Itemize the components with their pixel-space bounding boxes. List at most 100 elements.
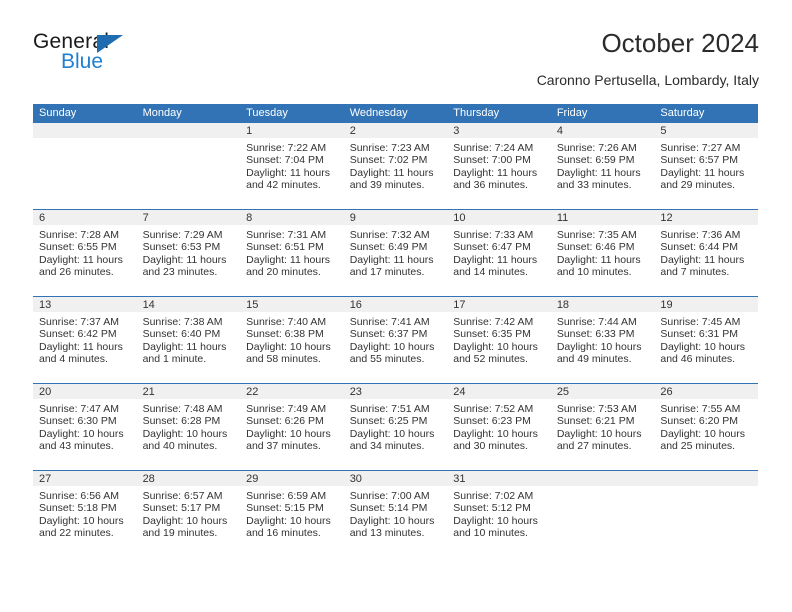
day-number: 4: [556, 125, 563, 137]
calendar-day-cell-21[interactable]: 21 Sunrise: 7:48 AM Sunset: 6:28 PM Dayligh…: [136, 384, 241, 470]
general-blue-logo[interactable]: General Blue: [33, 30, 213, 86]
sunrise-text: Sunrise: 7:24 AM: [453, 142, 534, 154]
day-number: 16: [349, 299, 362, 311]
day-sun-info: Sunrise: 7:37 AM Sunset: 6:42 PM Daylight:…: [33, 312, 137, 366]
calendar-day-cell-15[interactable]: 15 Sunrise: 7:40 AM Sunset: 6:38 PM Dayligh…: [240, 297, 344, 383]
day-sun-info: Sunrise: 7:33 AM Sunset: 6:47 PM Daylight:…: [447, 225, 551, 279]
daylight-text: Daylight: 11 hours and 10 minutes.: [556, 253, 641, 279]
daylight-text: Daylight: 10 hours and 13 minutes.: [349, 514, 435, 540]
day-number-band: 8: [240, 210, 344, 225]
calendar-day-cell-26[interactable]: 26 Sunrise: 7:55 AM Sunset: 6:20 PM Dayligh…: [654, 384, 758, 470]
daylight-text: Daylight: 11 hours and 17 minutes.: [349, 253, 434, 279]
calendar-day-cell-9[interactable]: 9 Sunrise: 7:32 AM Sunset: 6:49 PM Daylight…: [343, 210, 448, 296]
calendar-day-cell-7[interactable]: 7 Sunrise: 7:29 AM Sunset: 6:53 PM Daylight…: [136, 210, 241, 296]
day-number-band: 31: [447, 471, 551, 486]
day-number-band: 20: [33, 384, 137, 399]
daylight-text: Daylight: 11 hours and 36 minutes.: [453, 166, 538, 192]
daylight-text: Daylight: 10 hours and 40 minutes.: [142, 427, 228, 453]
calendar-day-cell-23[interactable]: 23 Sunrise: 7:51 AM Sunset: 6:25 PM Dayligh…: [343, 384, 448, 470]
calendar-week-row: 20 Sunrise: 7:47 AM Sunset: 6:30 PM Dayligh…: [33, 383, 758, 470]
sunrise-text: Sunrise: 7:41 AM: [349, 316, 430, 328]
day-number-band: 1: [240, 123, 344, 138]
calendar-day-cell-11[interactable]: 11 Sunrise: 7:35 AM Sunset: 6:46 PM Dayligh…: [550, 210, 655, 296]
sunset-text: Sunset: 6:35 PM: [453, 328, 531, 341]
sunrise-text: Sunrise: 7:53 AM: [556, 403, 637, 415]
day-sun-info: Sunrise: 7:51 AM Sunset: 6:25 PM Daylight:…: [344, 399, 448, 453]
day-number: 31: [453, 473, 466, 485]
calendar-day-cell-16[interactable]: 16 Sunrise: 7:41 AM Sunset: 6:37 PM Dayligh…: [343, 297, 448, 383]
weekday-header-friday: Friday: [556, 107, 588, 119]
weekday-header-sunday: Sunday: [39, 107, 77, 119]
calendar-day-cell-13[interactable]: 13 Sunrise: 7:37 AM Sunset: 6:42 PM Dayligh…: [33, 297, 137, 383]
day-sun-info: Sunrise: 7:35 AM Sunset: 6:46 PM Daylight:…: [551, 225, 655, 279]
sunset-text: Sunset: 6:21 PM: [556, 415, 635, 428]
calendar-day-cell-10[interactable]: 10 Sunrise: 7:33 AM Sunset: 6:47 PM Dayligh…: [447, 210, 551, 296]
daylight-text: Daylight: 10 hours and 37 minutes.: [246, 427, 331, 453]
calendar-day-cell-25[interactable]: 25 Sunrise: 7:53 AM Sunset: 6:21 PM Dayligh…: [550, 384, 655, 470]
sunrise-text: Sunrise: 7:47 AM: [39, 403, 119, 415]
sunset-text: Sunset: 5:12 PM: [453, 502, 531, 515]
sunrise-text: Sunrise: 7:27 AM: [660, 142, 741, 154]
sunrise-text: Sunrise: 7:40 AM: [246, 316, 327, 328]
day-number-band: 12: [654, 210, 758, 225]
day-number-band: 29: [240, 471, 344, 486]
sunrise-text: Sunrise: 7:32 AM: [349, 229, 430, 241]
day-number: 18: [556, 299, 570, 311]
weekday-header-row: Sunday Monday Tuesday Wednesday Thursday Frid…: [33, 104, 758, 123]
daylight-text: Daylight: 10 hours and 49 minutes.: [556, 340, 642, 366]
logo-word-blue: Blue: [61, 50, 104, 73]
calendar-day-cell-2[interactable]: 2 Sunrise: 7:23 AM Sunset: 7:02 PM Daylight…: [343, 123, 448, 209]
sunset-text: Sunset: 6:59 PM: [556, 154, 635, 167]
calendar-day-cell-8[interactable]: 8 Sunrise: 7:31 AM Sunset: 6:51 PM Daylight…: [240, 210, 344, 296]
calendar-day-cell-22[interactable]: 22 Sunrise: 7:49 AM Sunset: 6:26 PM Dayligh…: [240, 384, 344, 470]
calendar-day-cell-14[interactable]: 14 Sunrise: 7:38 AM Sunset: 6:40 PM Dayligh…: [136, 297, 241, 383]
calendar-day-cell-19[interactable]: 19 Sunrise: 7:45 AM Sunset: 6:31 PM Dayligh…: [654, 297, 758, 383]
sunset-text: Sunset: 6:37 PM: [349, 328, 428, 341]
calendar-day-cell-12[interactable]: 12 Sunrise: 7:36 AM Sunset: 6:44 PM Dayligh…: [654, 210, 758, 296]
calendar-day-cell-5[interactable]: 5 Sunrise: 7:27 AM Sunset: 6:57 PM Daylight…: [654, 123, 758, 209]
daylight-text: Daylight: 10 hours and 43 minutes.: [39, 427, 124, 453]
calendar-day-cell-29[interactable]: 29 Sunrise: 6:59 AM Sunset: 5:15 PM Dayligh…: [240, 471, 344, 557]
sunrise-text: Sunrise: 7:51 AM: [349, 403, 430, 415]
sunset-text: Sunset: 6:46 PM: [556, 241, 635, 254]
calendar-day-cell-24[interactable]: 24 Sunrise: 7:52 AM Sunset: 6:23 PM Dayligh…: [447, 384, 551, 470]
calendar-day-cell-30[interactable]: 30 Sunrise: 7:00 AM Sunset: 5:14 PM Dayligh…: [343, 471, 448, 557]
day-number-band: 11: [550, 210, 655, 225]
day-number-band: 25: [550, 384, 655, 399]
day-number-band: 4: [550, 123, 655, 138]
calendar-day-cell-3[interactable]: 3 Sunrise: 7:24 AM Sunset: 7:00 PM Daylight…: [447, 123, 551, 209]
sunrise-text: Sunrise: 7:55 AM: [660, 403, 741, 415]
day-sun-info: Sunrise: 7:36 AM Sunset: 6:44 PM Daylight:…: [654, 225, 758, 279]
daylight-text: Daylight: 11 hours and 1 minute.: [142, 340, 227, 366]
calendar-day-cell-20[interactable]: 20 Sunrise: 7:47 AM Sunset: 6:30 PM Dayligh…: [33, 384, 137, 470]
calendar-day-cell-4[interactable]: 4 Sunrise: 7:26 AM Sunset: 6:59 PM Daylight…: [550, 123, 655, 209]
day-sun-info: Sunrise: 7:23 AM Sunset: 7:02 PM Daylight:…: [344, 138, 448, 192]
calendar-day-cell-27[interactable]: 27 Sunrise: 6:56 AM Sunset: 5:18 PM Dayligh…: [33, 471, 137, 557]
calendar-day-cell-31[interactable]: 31 Sunrise: 7:02 AM Sunset: 5:12 PM Dayligh…: [447, 471, 551, 557]
calendar-day-cell-6[interactable]: 6 Sunrise: 7:28 AM Sunset: 6:55 PM Daylight…: [33, 210, 137, 296]
calendar-week-row: 13 Sunrise: 7:37 AM Sunset: 6:42 PM Dayligh…: [33, 296, 758, 383]
calendar-day-cell-1[interactable]: 1 Sunrise: 7:22 AM Sunset: 7:04 PM Daylight…: [240, 123, 344, 209]
calendar-day-cell-18[interactable]: 18 Sunrise: 7:44 AM Sunset: 6:33 PM Dayligh…: [550, 297, 655, 383]
sunset-text: Sunset: 7:00 PM: [453, 154, 531, 167]
day-sun-info: Sunrise: 7:49 AM Sunset: 6:26 PM Daylight:…: [240, 399, 344, 453]
calendar-day-cell-28[interactable]: 28 Sunrise: 6:57 AM Sunset: 5:17 PM Dayligh…: [136, 471, 241, 557]
sunset-text: Sunset: 6:23 PM: [453, 415, 531, 428]
sunset-text: Sunset: 6:40 PM: [142, 328, 221, 341]
day-number-band: 5: [654, 123, 758, 138]
day-sun-info: Sunrise: 7:00 AM Sunset: 5:14 PM Daylight:…: [344, 486, 448, 540]
sunrise-text: Sunrise: 7:38 AM: [142, 316, 223, 328]
day-number-band: 17: [447, 297, 551, 312]
day-sun-info: Sunrise: 7:02 AM Sunset: 5:12 PM Daylight:…: [447, 486, 551, 540]
day-number: 25: [556, 386, 570, 398]
day-number-band: 30: [343, 471, 448, 486]
calendar-day-cell-17[interactable]: 17 Sunrise: 7:42 AM Sunset: 6:35 PM Dayligh…: [447, 297, 551, 383]
day-number: 12: [660, 212, 673, 224]
sunset-text: Sunset: 6:20 PM: [660, 415, 739, 428]
day-sun-info: Sunrise: 7:27 AM Sunset: 6:57 PM Daylight:…: [654, 138, 758, 192]
daylight-text: Daylight: 10 hours and 58 minutes.: [246, 340, 331, 366]
daylight-text: Daylight: 11 hours and 39 minutes.: [349, 166, 434, 192]
daylight-text: Daylight: 10 hours and 10 minutes.: [453, 514, 538, 540]
day-number: 13: [39, 299, 52, 311]
day-number: 14: [142, 299, 155, 311]
